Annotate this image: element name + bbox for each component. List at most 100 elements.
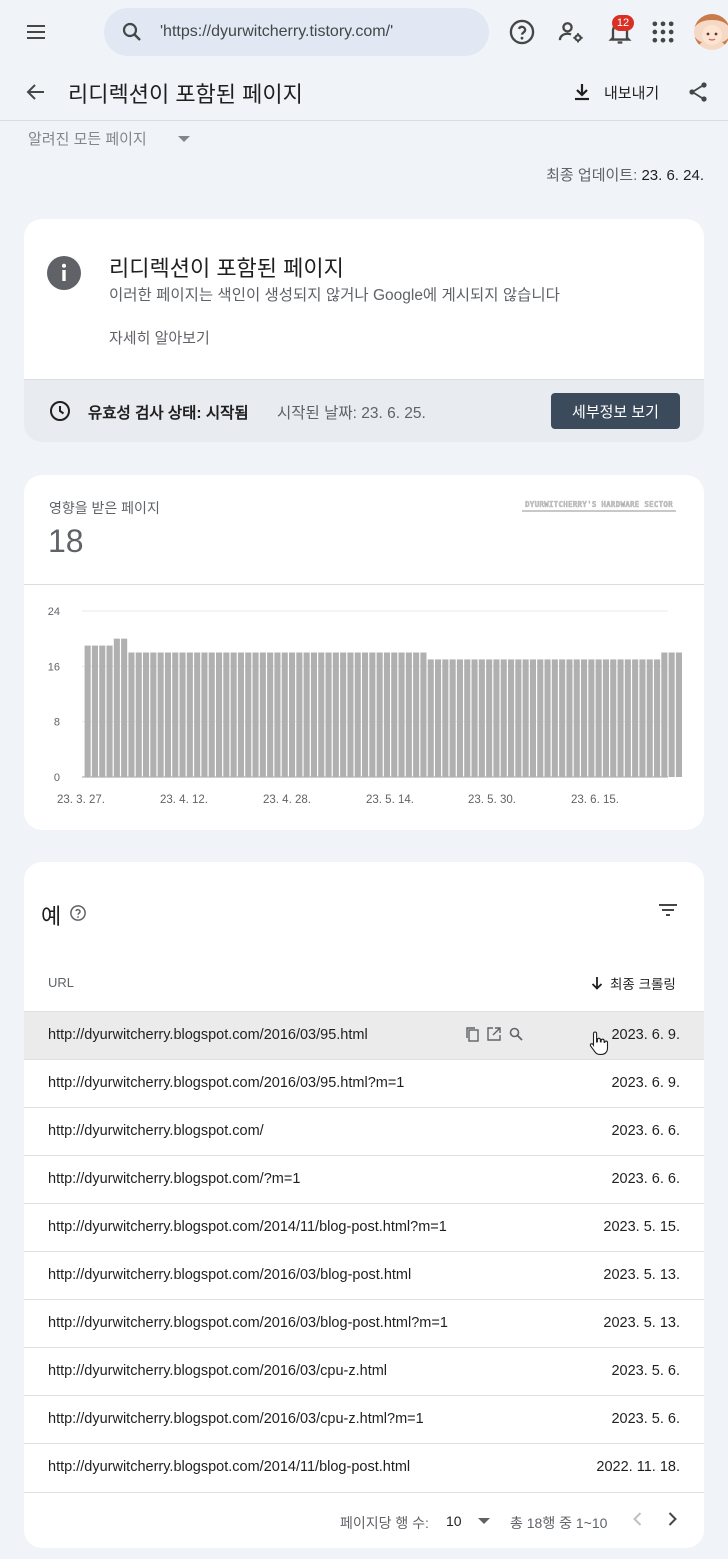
chart-bar[interactable] — [639, 659, 646, 777]
chart-bar[interactable] — [84, 645, 91, 777]
chart-bar[interactable] — [624, 659, 631, 777]
chart-bar[interactable] — [172, 652, 179, 778]
chart-bar[interactable] — [595, 659, 602, 777]
chart-bar[interactable] — [500, 659, 507, 777]
chart-bar[interactable] — [164, 652, 171, 778]
table-row[interactable]: http://dyurwitcherry.blogspot.com/2016/0… — [24, 1299, 704, 1347]
chart-bar[interactable] — [362, 652, 369, 778]
chart-bar[interactable] — [471, 659, 478, 777]
rows-per-page-select[interactable]: 10 — [446, 1513, 490, 1529]
chart-bar[interactable] — [99, 645, 106, 777]
chart-bar[interactable] — [332, 652, 339, 778]
chart-bar[interactable] — [135, 652, 142, 778]
export-button[interactable]: 내보내기 — [570, 78, 659, 106]
apps-grid-icon[interactable] — [649, 18, 677, 46]
column-header-url[interactable]: URL — [48, 975, 74, 990]
chart-bar[interactable] — [245, 652, 252, 778]
chart-bar[interactable] — [383, 652, 390, 778]
chart-bar[interactable] — [267, 652, 274, 778]
table-row[interactable]: http://dyurwitcherry.blogspot.com/2016/0… — [24, 1251, 704, 1299]
chart-bar[interactable] — [303, 652, 310, 778]
chart-bar[interactable] — [456, 659, 463, 777]
chart-bar[interactable] — [259, 652, 266, 778]
chart-bar[interactable] — [661, 652, 668, 778]
chart-bar[interactable] — [529, 659, 536, 777]
chart-bar[interactable] — [602, 659, 609, 777]
search-bar[interactable] — [104, 8, 489, 56]
chart-bar[interactable] — [646, 659, 653, 777]
chart-bar[interactable] — [668, 652, 675, 778]
chart-bar[interactable] — [143, 652, 150, 778]
chart-bar[interactable] — [413, 652, 420, 778]
next-page-chevron-icon[interactable] — [662, 1509, 682, 1529]
help-circle-icon[interactable] — [69, 904, 87, 922]
chart-bar[interactable] — [435, 659, 442, 777]
chart-bar[interactable] — [121, 638, 128, 777]
chart-bar[interactable] — [347, 652, 354, 778]
chart-bar[interactable] — [551, 659, 558, 777]
chart-bar[interactable] — [289, 652, 296, 778]
chart-bar[interactable] — [354, 652, 361, 778]
table-row[interactable]: http://dyurwitcherry.blogspot.com/2014/1… — [24, 1203, 704, 1251]
chart-bar[interactable] — [588, 659, 595, 777]
table-row[interactable]: http://dyurwitcherry.blogspot.com/ 2023.… — [24, 1107, 704, 1155]
chart-bar[interactable] — [237, 652, 244, 778]
chart-bar[interactable] — [566, 659, 573, 777]
search-input[interactable] — [160, 20, 470, 44]
chart-bar[interactable] — [449, 659, 456, 777]
filter-list-icon[interactable] — [656, 898, 680, 922]
chart-bar[interactable] — [508, 659, 515, 777]
chart-bar[interactable] — [179, 652, 186, 778]
chart-bar[interactable] — [150, 652, 157, 778]
chart-bar[interactable] — [559, 659, 566, 777]
view-details-button[interactable]: 세부정보 보기 — [551, 393, 680, 429]
chart-bar[interactable] — [194, 652, 201, 778]
share-icon[interactable] — [686, 80, 710, 104]
chart-bar[interactable] — [420, 652, 427, 778]
chart-bar[interactable] — [398, 652, 405, 778]
chart-bar[interactable] — [610, 659, 617, 777]
chart-bar[interactable] — [274, 652, 281, 778]
chart-bar[interactable] — [617, 659, 624, 777]
table-row[interactable]: http://dyurwitcherry.blogspot.com/2016/0… — [24, 1011, 704, 1059]
chart-bar[interactable] — [340, 652, 347, 778]
copy-icon[interactable] — [464, 1026, 480, 1042]
table-row[interactable]: http://dyurwitcherry.blogspot.com/2016/0… — [24, 1395, 704, 1443]
table-row[interactable]: http://dyurwitcherry.blogspot.com/?m=1 2… — [24, 1155, 704, 1203]
chart-bar[interactable] — [442, 659, 449, 777]
learn-more-link[interactable]: 자세히 알아보기 — [109, 327, 210, 348]
chart-bar[interactable] — [376, 652, 383, 778]
table-row[interactable]: http://dyurwitcherry.blogspot.com/2016/0… — [24, 1347, 704, 1395]
chart-bar[interactable] — [310, 652, 317, 778]
chart-bar[interactable] — [675, 652, 682, 778]
chart-bar[interactable] — [325, 652, 332, 778]
chart-bar[interactable] — [581, 659, 588, 777]
chart-bar[interactable] — [391, 652, 398, 778]
chart-bar[interactable] — [186, 652, 193, 778]
previous-page-chevron-icon[interactable] — [628, 1509, 648, 1529]
open-in-new-icon[interactable] — [486, 1026, 502, 1042]
chart-bar[interactable] — [230, 652, 237, 778]
column-header-last-crawled[interactable]: 최종 크롤링 — [590, 973, 676, 993]
chart-bar[interactable] — [654, 659, 661, 777]
help-icon[interactable] — [508, 18, 536, 46]
chart-bar[interactable] — [478, 659, 485, 777]
inspect-url-search-icon[interactable] — [508, 1026, 524, 1042]
chart-bar[interactable] — [296, 652, 303, 778]
chart-bar[interactable] — [537, 659, 544, 777]
chart-bar[interactable] — [318, 652, 325, 778]
chart-bar[interactable] — [281, 652, 288, 778]
chart-bar[interactable] — [486, 659, 493, 777]
chart-bar[interactable] — [522, 659, 529, 777]
chart-bar[interactable] — [128, 652, 135, 778]
table-row[interactable]: http://dyurwitcherry.blogspot.com/2016/0… — [24, 1059, 704, 1107]
chart-bar[interactable] — [252, 652, 259, 778]
chart-bar[interactable] — [405, 652, 412, 778]
chart-bar[interactable] — [106, 645, 113, 777]
manage-users-icon[interactable] — [557, 18, 585, 46]
chart-bar[interactable] — [201, 652, 208, 778]
chart-bar[interactable] — [544, 659, 551, 777]
hamburger-menu-icon[interactable] — [22, 20, 50, 44]
chart-bar[interactable] — [369, 652, 376, 778]
chart-bar[interactable] — [223, 652, 230, 778]
